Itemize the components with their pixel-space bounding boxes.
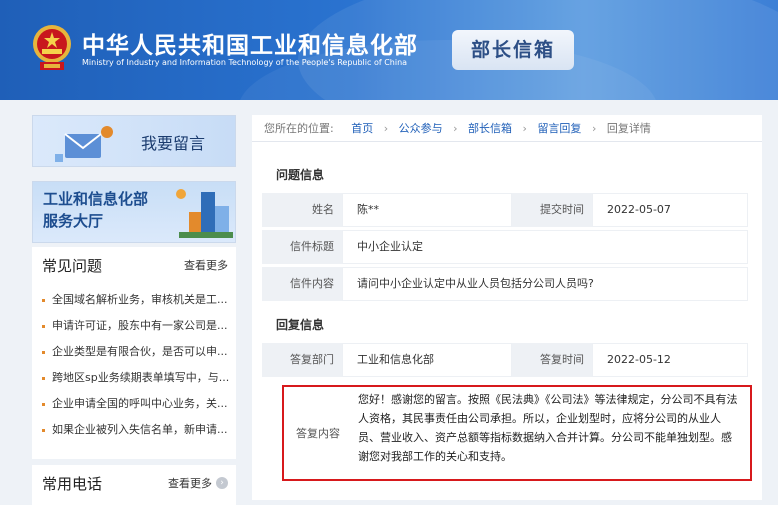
section-badge: 部长信箱 xyxy=(452,30,574,70)
breadcrumb-separator-icon: › xyxy=(522,122,527,135)
table-row: 姓名 陈** 提交时间 2022-05-07 xyxy=(262,193,748,227)
faq-item[interactable]: 企业类型是有限合伙，是否可以申... xyxy=(32,339,236,365)
breadcrumb-separator-icon: › xyxy=(591,122,597,135)
service-hall-line1: 工业和信息化部 xyxy=(43,190,149,208)
question-table: 姓名 陈** 提交时间 2022-05-07 信件标题 中小企业认定 信件内容 … xyxy=(262,193,748,304)
breadcrumb-public[interactable]: 公众参与 xyxy=(399,122,443,135)
faq-item[interactable]: 如果企业被列入失信名单，新申请... xyxy=(32,417,236,443)
faq-item[interactable]: 申请许可证，股东中有一家公司是... xyxy=(32,313,236,339)
answer-section-title: 回复信息 xyxy=(276,318,325,332)
site-header: 中华人民共和国工业和信息化部 Ministry of Industry and … xyxy=(0,0,778,100)
divider xyxy=(252,141,762,142)
faq-more-link[interactable]: 查看更多 xyxy=(184,257,228,273)
buildings-icon xyxy=(176,189,233,238)
name-label: 姓名 xyxy=(262,193,342,227)
submit-time-label: 提交时间 xyxy=(512,193,592,227)
reply-content-box: 答复内容 您好！感谢您的留言。按照《民法典》《公司法》等法律规定，分公司不具有法… xyxy=(282,385,752,481)
dept-label: 答复部门 xyxy=(262,343,342,377)
breadcrumb: 您所在的位置: 首页 › 公众参与 › 部长信箱 › 留言回复 › 回复详情 xyxy=(264,120,651,136)
breadcrumb-prefix: 您所在的位置: xyxy=(264,122,334,135)
faq-list: 全国域名解析业务，审核机关是工... 申请许可证，股东中有一家公司是... 企业… xyxy=(32,287,236,443)
dept-value: 工业和信息化部 xyxy=(342,343,512,377)
leave-message-card[interactable]: 我要留言 xyxy=(32,115,236,167)
faq-panel: 常见问题 查看更多 全国域名解析业务，审核机关是工... 申请许可证，股东中有一… xyxy=(32,247,236,459)
site-title: 中华人民共和国工业和信息化部 xyxy=(82,33,418,59)
breadcrumb-separator-icon: › xyxy=(383,122,389,135)
reply-time-value: 2022-05-12 xyxy=(592,343,748,377)
faq-item[interactable]: 跨地区sp业务续期表单填写中，与... xyxy=(32,365,236,391)
service-hall-line2: 服务大厅 xyxy=(43,212,104,230)
table-row: 信件标题 中小企业认定 xyxy=(262,230,748,264)
submit-time-value: 2022-05-07 xyxy=(592,193,748,227)
national-emblem-icon xyxy=(33,25,71,70)
subject-value: 中小企业认定 xyxy=(342,230,748,264)
breadcrumb-mailbox[interactable]: 部长信箱 xyxy=(468,122,512,135)
breadcrumb-separator-icon: › xyxy=(453,122,458,135)
leave-message-label: 我要留言 xyxy=(141,134,206,153)
phone-panel: 常用电话 查看更多 › xyxy=(32,465,236,505)
question-section-title: 问题信息 xyxy=(276,168,325,182)
table-row: 答复部门 工业和信息化部 答复时间 2022-05-12 xyxy=(262,343,748,377)
reply-content-text: 您好！感谢您的留言。按照《民法典》《公司法》等法律规定，分公司不具有法人资格，其… xyxy=(358,393,738,463)
content-value: 请问中小企业认定中从业人员包括分公司人员吗? xyxy=(342,267,748,301)
phone-title: 常用电话 xyxy=(42,475,103,493)
faq-title: 常见问题 xyxy=(42,257,103,275)
more-label: 查看更多 xyxy=(184,259,228,272)
subject-label: 信件标题 xyxy=(262,230,342,264)
chevron-right-icon: › xyxy=(216,477,228,489)
site-subtitle: Ministry of Industry and Information Tec… xyxy=(82,58,408,67)
main-content: 您所在的位置: 首页 › 公众参与 › 部长信箱 › 留言回复 › 回复详情 问… xyxy=(252,115,762,500)
table-row: 信件内容 请问中小企业认定中从业人员包括分公司人员吗? xyxy=(262,267,748,301)
breadcrumb-replies[interactable]: 留言回复 xyxy=(537,122,581,135)
answer-table: 答复部门 工业和信息化部 答复时间 2022-05-12 xyxy=(262,343,748,380)
breadcrumb-home[interactable]: 首页 xyxy=(351,122,373,135)
more-label: 查看更多 xyxy=(168,477,212,490)
faq-item[interactable]: 全国域名解析业务，审核机关是工... xyxy=(32,287,236,313)
faq-item[interactable]: 企业申请全国的呼叫中心业务，关... xyxy=(32,391,236,417)
reply-content-label: 答复内容 xyxy=(296,427,340,440)
service-hall-card[interactable]: 工业和信息化部 服务大厅 xyxy=(32,181,236,243)
phone-more-link[interactable]: 查看更多 › xyxy=(168,475,228,491)
reply-time-label: 答复时间 xyxy=(512,343,592,377)
envelope-icon xyxy=(55,126,113,162)
breadcrumb-current: 回复详情 xyxy=(606,122,651,135)
name-value: 陈** xyxy=(342,193,512,227)
content-label: 信件内容 xyxy=(262,267,342,301)
